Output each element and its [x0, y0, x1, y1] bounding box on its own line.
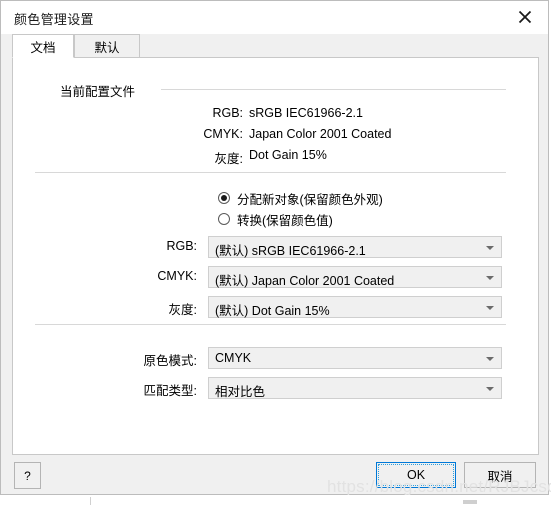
current-profiles-group-title: 当前配置文件	[60, 81, 144, 100]
current-profile-value-rgb: sRGB IEC61966-2.1	[249, 106, 363, 120]
tab-default[interactable]: 默认	[74, 34, 140, 58]
profile-dropdown-gray[interactable]: (默认) Dot Gain 15%	[208, 296, 502, 318]
radio-unselected-icon	[218, 213, 230, 225]
current-profile-row-cmyk: CMYK: Japan Color 2001 Coated	[13, 127, 473, 145]
profile-label-cmyk: CMYK:	[157, 269, 197, 283]
profile-dropdown-gray-value: (默认) Dot Gain 15%	[215, 304, 330, 318]
profile-dropdown-rgb-value: (默认) sRGB IEC61966-2.1	[215, 244, 366, 258]
current-profile-label-cmyk: CMYK:	[203, 127, 243, 141]
option-label-rendering-intent: 匹配类型:	[143, 384, 197, 398]
chevron-down-icon	[486, 387, 494, 391]
page-edge-artifact-left	[90, 497, 91, 505]
current-profile-value-cmyk: Japan Color 2001 Coated	[249, 127, 392, 141]
option-label-primary-mode: 原色模式:	[143, 354, 197, 368]
page-edge-artifact-right	[463, 500, 477, 504]
color-management-dialog: 颜色管理设置 文档 默认 当前配置文件 RGB: sRGB IEC61966-2…	[0, 0, 549, 495]
tab-document[interactable]: 文档	[12, 34, 74, 58]
option-dropdown-rendering-intent[interactable]: 相对比色	[208, 377, 502, 399]
option-row-rendering-intent: 匹配类型: 相对比色	[60, 377, 510, 399]
tab-default-label: 默认	[94, 40, 120, 55]
close-icon[interactable]	[502, 1, 548, 32]
current-profile-row-rgb: RGB: sRGB IEC61966-2.1	[13, 106, 473, 124]
dialog-footer: ? OK 取消	[1, 456, 548, 494]
option-dropdown-rendering-intent-value: 相对比色	[215, 385, 266, 399]
profile-row-gray: 灰度: (默认) Dot Gain 15%	[60, 296, 510, 318]
section-separator-middle	[35, 172, 506, 173]
current-profile-label-rgb: RGB:	[212, 106, 243, 120]
option-dropdown-primary-mode-value: CMYK	[215, 351, 252, 365]
current-profile-label-gray: 灰度:	[214, 152, 243, 166]
ok-button-label: OK	[406, 468, 426, 482]
profile-dropdown-cmyk[interactable]: (默认) Japan Color 2001 Coated	[208, 266, 502, 288]
title-bar: 颜色管理设置	[1, 1, 548, 34]
dialog-title: 颜色管理设置	[14, 12, 94, 27]
radio-selected-icon	[218, 192, 230, 204]
chevron-down-icon	[486, 357, 494, 361]
cancel-button[interactable]: 取消	[464, 462, 536, 488]
help-button[interactable]: ?	[14, 462, 41, 489]
chevron-down-icon	[486, 246, 494, 250]
ok-button[interactable]: OK	[376, 462, 456, 488]
radio-assign-new-objects[interactable]: 分配新对象(保留颜色外观)	[218, 189, 383, 207]
profile-dropdown-rgb[interactable]: (默认) sRGB IEC61966-2.1	[208, 236, 502, 258]
chevron-down-icon	[486, 276, 494, 280]
radio-convert[interactable]: 转换(保留颜色值)	[218, 210, 333, 228]
tab-document-label: 文档	[30, 40, 56, 55]
section-separator-bottom	[35, 324, 506, 325]
profile-label-gray: 灰度:	[168, 303, 197, 317]
current-profile-row-gray: 灰度: Dot Gain 15%	[13, 148, 473, 166]
help-button-label: ?	[24, 468, 31, 483]
profile-row-cmyk: CMYK: (默认) Japan Color 2001 Coated	[60, 266, 510, 288]
option-dropdown-primary-mode[interactable]: CMYK	[208, 347, 502, 369]
cancel-button-label: 取消	[487, 469, 513, 484]
radio-convert-label: 转换(保留颜色值)	[237, 213, 333, 228]
profile-row-rgb: RGB: (默认) sRGB IEC61966-2.1	[60, 236, 510, 258]
profile-dropdown-cmyk-value: (默认) Japan Color 2001 Coated	[215, 274, 395, 288]
chevron-down-icon	[486, 306, 494, 310]
tab-strip: 文档 默认	[12, 34, 539, 58]
option-row-primary-mode: 原色模式: CMYK	[60, 347, 510, 369]
radio-assign-label: 分配新对象(保留颜色外观)	[237, 192, 383, 207]
profile-label-rgb: RGB:	[166, 239, 197, 253]
group-separator-top	[161, 89, 506, 90]
current-profile-value-gray: Dot Gain 15%	[249, 148, 327, 162]
tab-panel-document: 当前配置文件 RGB: sRGB IEC61966-2.1 CMYK: Japa…	[12, 57, 539, 455]
